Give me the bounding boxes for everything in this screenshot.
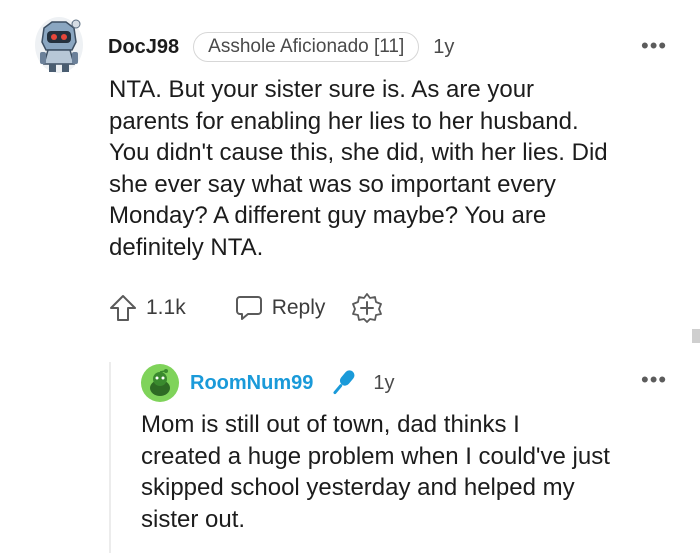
comment-header: DocJ98 Asshole Aficionado [11] 1y [108, 32, 454, 62]
reply-button[interactable]: Reply [234, 293, 326, 323]
more-options-button[interactable]: ••• [641, 33, 667, 59]
comment-username[interactable]: DocJ98 [108, 36, 179, 59]
award-plus-icon [352, 293, 383, 323]
upvote-count: 1.1k [146, 296, 186, 319]
reply-avatar[interactable] [141, 364, 179, 402]
user-avatar[interactable] [32, 14, 86, 76]
reply-body: Mom is still out of town, dad thinks I c… [141, 411, 610, 533]
scrollbar-thumb[interactable] [692, 329, 700, 343]
reply-header: RoomNum99 1y [190, 366, 394, 400]
snoo-avatar-icon [141, 364, 179, 402]
reply-age: 1y [373, 371, 395, 394]
user-flair: Asshole Aficionado [11] [193, 32, 420, 62]
microphone-icon [327, 367, 359, 399]
reply-bubble-icon [235, 296, 262, 320]
award-button[interactable] [351, 292, 383, 324]
comment-thread: DocJ98 Asshole Aficionado [11] 1y ••• NT… [0, 0, 700, 553]
comment-body: NTA. But your sister sure is. As are you… [109, 76, 608, 261]
upvote-button[interactable]: 1.1k [108, 293, 186, 323]
reply-username[interactable]: RoomNum99 [190, 372, 313, 395]
reply-label: Reply [271, 296, 326, 319]
comment-age: 1y [433, 35, 455, 58]
robot-avatar-icon [35, 17, 83, 73]
comment-actions: 1.1k Reply [108, 290, 383, 326]
reply-more-options-button[interactable]: ••• [641, 367, 667, 393]
thread-line[interactable] [109, 362, 111, 553]
upvote-arrow-icon [110, 295, 136, 321]
